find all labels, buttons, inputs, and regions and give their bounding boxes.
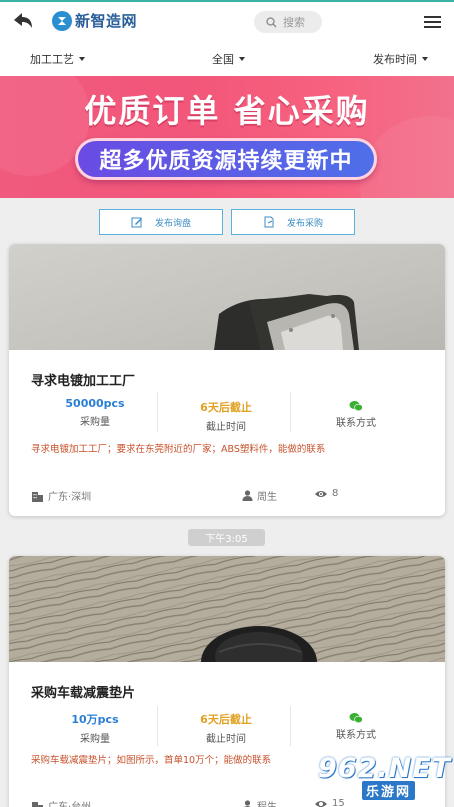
wechat-icon bbox=[349, 713, 363, 724]
banner-title: 优质订单 省心采购 bbox=[84, 92, 370, 130]
order-user: 周生 bbox=[242, 488, 277, 503]
stat-quantity: 10万pcs 采购量 bbox=[25, 711, 165, 745]
caret-down-icon bbox=[239, 57, 245, 61]
search-placeholder: 搜索 bbox=[283, 16, 305, 29]
user-icon bbox=[244, 800, 251, 807]
views-count: 8 bbox=[332, 488, 339, 499]
filter-label: 加工工艺 bbox=[30, 53, 74, 66]
logo-mark-icon bbox=[52, 10, 72, 31]
search-box[interactable]: 搜索 bbox=[254, 11, 322, 33]
edit-icon bbox=[131, 217, 142, 228]
order-description: 寻求电镀加工工厂；要求在东莞附近的厂家；ABS塑料件，能做的联系 bbox=[31, 444, 326, 455]
order-views: 8 bbox=[314, 488, 338, 499]
publish-purchase-button[interactable]: 发布采购 bbox=[231, 209, 355, 235]
order-title: 采购车载减震垫片 bbox=[31, 686, 136, 701]
time-divider: 下午3:05 bbox=[188, 529, 265, 546]
deadline-value: 6天后截止 bbox=[200, 401, 252, 414]
promo-banner[interactable]: 优质订单 省心采购 超多优质资源持续更新中 bbox=[0, 76, 454, 198]
user-name: 程生 bbox=[257, 798, 277, 807]
filter-label: 发布时间 bbox=[373, 53, 417, 66]
building-icon bbox=[32, 801, 43, 807]
filter-publish-time[interactable]: 发布时间 bbox=[373, 51, 428, 67]
quantity-value: 50000pcs bbox=[65, 397, 125, 410]
building-icon bbox=[32, 491, 43, 502]
banner-subtitle-pill: 超多优质资源持续更新中 bbox=[75, 138, 377, 180]
banner-subtitle: 超多优质资源持续更新中 bbox=[99, 149, 353, 174]
order-user: 程生 bbox=[242, 798, 277, 807]
logo-text: 新智造网 bbox=[75, 12, 138, 30]
wechat-icon bbox=[349, 401, 363, 412]
deadline-label: 截止时间 bbox=[206, 734, 246, 745]
search-icon bbox=[266, 16, 277, 27]
contact-label: 联系方式 bbox=[336, 418, 376, 429]
order-title: 寻求电镀加工工厂 bbox=[31, 374, 136, 389]
stat-deadline: 6天后截止 截止时间 bbox=[156, 399, 296, 433]
filter-process[interactable]: 加工工艺 bbox=[30, 51, 85, 67]
order-location: 广东·台州 bbox=[31, 798, 91, 807]
caret-down-icon bbox=[422, 57, 428, 61]
location-text: 广东·深圳 bbox=[48, 492, 92, 503]
stat-deadline: 6天后截止 截止时间 bbox=[156, 711, 296, 745]
caret-down-icon bbox=[79, 57, 85, 61]
filter-label: 全国 bbox=[212, 53, 234, 66]
deadline-label: 截止时间 bbox=[206, 422, 246, 433]
hamburger-menu-icon[interactable] bbox=[424, 14, 441, 30]
order-location: 广东·深圳 bbox=[31, 488, 91, 503]
site-logo[interactable]: 新智造网 bbox=[52, 10, 137, 31]
stat-quantity: 50000pcs 采购量 bbox=[25, 397, 165, 428]
quantity-label: 采购量 bbox=[80, 734, 110, 745]
filter-region[interactable]: 全国 bbox=[212, 51, 245, 67]
quantity-label: 采购量 bbox=[80, 417, 110, 428]
watermark-sub: 乐游网 bbox=[362, 781, 416, 800]
order-card[interactable]: 寻求电镀加工工厂 50000pcs 采购量 6天后截止 截止时间 联系方式 寻求… bbox=[9, 244, 445, 516]
top-bar: 新智造网 搜索 bbox=[0, 0, 454, 40]
publish-inquiry-button[interactable]: 发布询盘 bbox=[99, 209, 223, 235]
user-name: 周生 bbox=[257, 492, 277, 503]
order-image bbox=[9, 244, 445, 350]
stat-contact[interactable]: 联系方式 bbox=[286, 397, 426, 429]
order-description: 采购车载减震垫片；如图所示，首单10万个；能做的联系 bbox=[31, 755, 272, 766]
stat-contact[interactable]: 联系方式 bbox=[286, 709, 426, 741]
filter-bar: 加工工艺 全国 发布时间 bbox=[0, 40, 454, 76]
watermark-main: 962.NET bbox=[318, 753, 452, 784]
document-icon bbox=[264, 216, 274, 228]
contact-label: 联系方式 bbox=[336, 730, 376, 741]
publish-purchase-label: 发布采购 bbox=[286, 218, 323, 229]
user-icon bbox=[242, 490, 253, 501]
order-image bbox=[9, 556, 445, 662]
publish-inquiry-label: 发布询盘 bbox=[154, 218, 191, 229]
location-text: 广东·台州 bbox=[48, 798, 91, 807]
site-watermark: 962.NET 乐游网 bbox=[318, 753, 452, 801]
deadline-value: 6天后截止 bbox=[200, 713, 252, 726]
eye-icon bbox=[315, 490, 327, 497]
quantity-value: 10万pcs bbox=[71, 713, 119, 726]
back-arrow-icon[interactable] bbox=[12, 11, 34, 31]
